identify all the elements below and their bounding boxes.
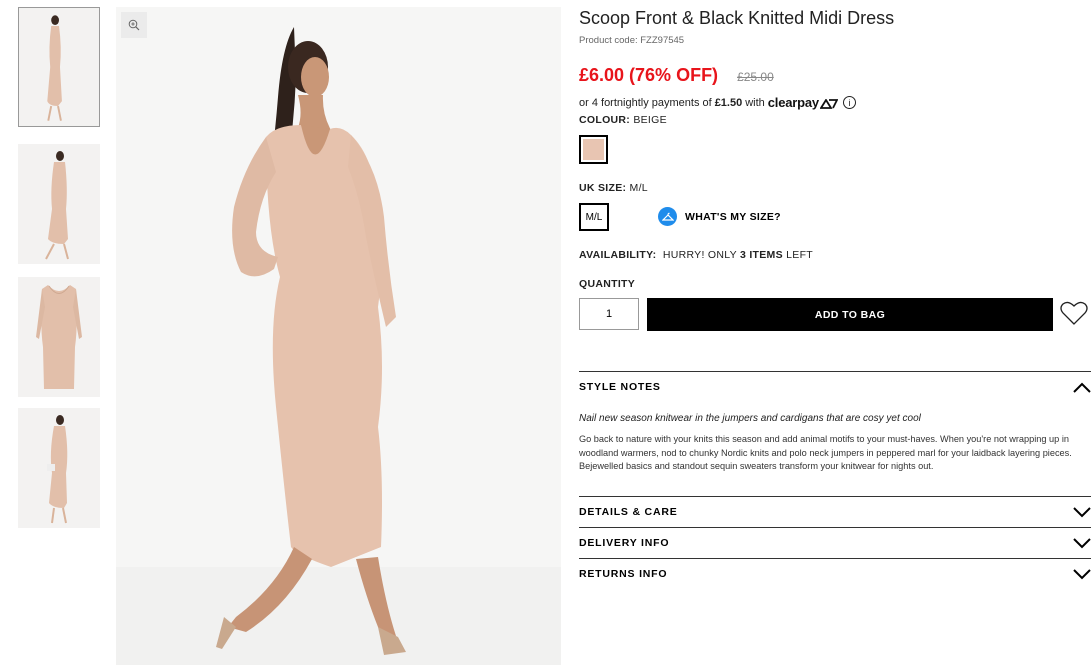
- returns-info-section[interactable]: RETURNS INFO: [579, 558, 1091, 589]
- thumbnail-3[interactable]: [18, 277, 100, 397]
- magnify-plus-icon: [128, 19, 140, 31]
- availability-prefix: HURRY! ONLY: [662, 249, 737, 261]
- returns-info-header[interactable]: RETURNS INFO: [579, 559, 1091, 589]
- details-care-header[interactable]: DETAILS & CARE: [579, 497, 1091, 527]
- chevron-down-icon: [1073, 506, 1091, 517]
- style-notes-section: STYLE NOTES Nail new season knitwear in …: [579, 371, 1091, 474]
- availability-count: 3: [739, 249, 747, 261]
- whats-my-size-link[interactable]: WHAT'S MY SIZE?: [658, 207, 781, 226]
- delivery-info-header[interactable]: DELIVERY INFO: [579, 528, 1091, 558]
- clearpay-prefix: or 4 fortnightly payments of: [579, 96, 712, 109]
- chevron-down-icon: [1073, 568, 1091, 579]
- whats-my-size-label: WHAT'S MY SIZE?: [685, 210, 781, 223]
- quantity-label: QUANTITY: [579, 278, 636, 290]
- returns-info-title: RETURNS INFO: [579, 568, 668, 580]
- colour-label: COLOUR: BEIGE: [579, 114, 667, 126]
- availability-items: ITEMS: [749, 249, 783, 261]
- clearpay-brand: clearpay: [767, 95, 819, 110]
- zoom-button[interactable]: [121, 12, 147, 38]
- product-title: Scoop Front & Black Knitted Midi Dress: [579, 8, 895, 28]
- chevron-up-icon: [1073, 382, 1091, 393]
- style-notes-body: Go back to nature with your knits this s…: [579, 434, 1072, 471]
- swatch-fill: [583, 139, 604, 160]
- clearpay-arrows-icon: [819, 97, 839, 109]
- thumbnail-4[interactable]: [18, 408, 100, 528]
- main-product-image[interactable]: [116, 7, 561, 665]
- colour-value: BEIGE: [633, 114, 667, 126]
- style-notes-header[interactable]: STYLE NOTES: [579, 372, 1091, 402]
- details-care-section[interactable]: DETAILS & CARE: [579, 496, 1091, 527]
- size-value: M/L: [629, 182, 648, 194]
- colour-label-key: COLOUR:: [579, 114, 631, 126]
- clearpay-message: or 4 fortnightly payments of £1.50 with …: [579, 95, 856, 110]
- style-notes-title: STYLE NOTES: [579, 381, 661, 393]
- size-label-key: UK SIZE:: [579, 182, 627, 194]
- details-care-title: DETAILS & CARE: [579, 506, 678, 518]
- clearpay-with: with: [745, 96, 765, 109]
- original-price: £25.00: [737, 70, 774, 84]
- quantity-input[interactable]: 1: [579, 298, 639, 330]
- size-option-ml[interactable]: M/L: [579, 203, 609, 231]
- price-row: £6.00 (76% OFF) £25.00: [579, 65, 774, 86]
- delivery-info-title: DELIVERY INFO: [579, 537, 670, 549]
- hanger-icon: [658, 207, 677, 226]
- thumbnail-2[interactable]: [18, 144, 100, 264]
- chevron-down-icon: [1073, 537, 1091, 548]
- availability-suffix: LEFT: [786, 249, 813, 261]
- size-label: UK SIZE: M/L: [579, 182, 648, 194]
- availability-label: AVAILABILITY:: [579, 249, 657, 261]
- clearpay-amount: £1.50: [714, 96, 743, 109]
- colour-swatch-beige[interactable]: [579, 135, 608, 164]
- sale-price: £6.00 (76% OFF): [579, 65, 719, 85]
- style-notes-lead: Nail new season knitwear in the jumpers …: [579, 413, 921, 424]
- delivery-info-section[interactable]: DELIVERY INFO: [579, 527, 1091, 558]
- info-icon[interactable]: i: [842, 96, 856, 109]
- product-code: Product code: FZZ97545: [579, 35, 685, 46]
- product-photo: [116, 7, 561, 665]
- availability: AVAILABILITY: HURRY! ONLY 3 ITEMS LEFT: [579, 249, 813, 261]
- thumbnail-1[interactable]: [18, 7, 100, 127]
- heart-icon[interactable]: [1060, 300, 1088, 326]
- clearpay-logo: clearpay: [767, 95, 839, 110]
- add-to-bag-button[interactable]: ADD TO BAG: [647, 298, 1053, 331]
